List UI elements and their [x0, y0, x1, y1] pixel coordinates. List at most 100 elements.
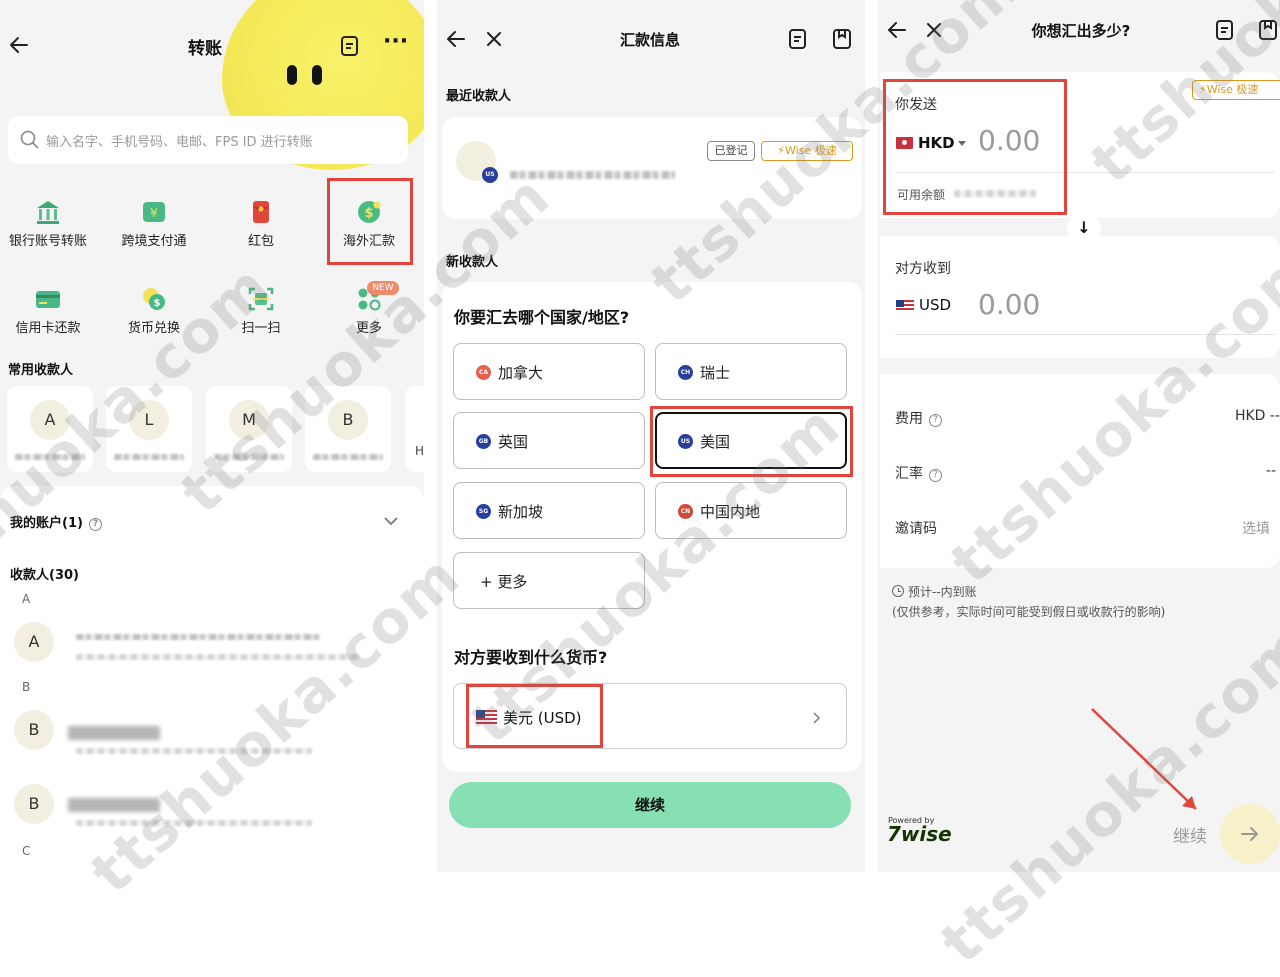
- country-uk[interactable]: GB 英国: [453, 412, 645, 469]
- receipt-icon[interactable]: [1215, 19, 1235, 41]
- mascot-eye-right: [312, 65, 322, 85]
- wise-logo: 7wise: [887, 822, 952, 846]
- search-placeholder: 输入名字、手机号码、电邮、FPS ID 进行转账: [46, 135, 313, 150]
- service-overseas-remit[interactable]: $ 海外汇款: [329, 198, 409, 251]
- payee-avatar[interactable]: A: [14, 622, 54, 662]
- help-icon[interactable]: ?: [929, 469, 942, 482]
- my-accounts-label[interactable]: 我的账户(1)?: [10, 512, 102, 531]
- country-question: 你要汇去哪个国家/地区?: [454, 308, 630, 327]
- service-label: 红包: [247, 234, 274, 249]
- registered-badge: 已登记: [707, 141, 755, 161]
- avatar: L: [129, 400, 169, 440]
- fee-label: 费用?: [895, 408, 942, 428]
- send-currency: HKD: [918, 134, 955, 152]
- close-icon[interactable]: [485, 30, 503, 48]
- receipt-icon[interactable]: [788, 28, 808, 50]
- us-flag-icon: US: [678, 434, 693, 449]
- divider: [895, 334, 1275, 335]
- continue-label: 继续: [1173, 827, 1207, 847]
- receipt-icon[interactable]: [340, 35, 360, 57]
- rate-value: --: [1265, 463, 1276, 479]
- search-bar[interactable]: 输入名字、手机号码、电邮、FPS ID 进行转账: [8, 116, 408, 164]
- overseas-remit-icon: $: [358, 201, 381, 223]
- service-label: 信用卡还款: [15, 321, 81, 336]
- redacted-block: [68, 798, 160, 812]
- balance-label: 可用余额: [897, 188, 946, 202]
- bank-icon: [37, 201, 59, 224]
- service-scan[interactable]: 扫一扫: [221, 285, 301, 338]
- country-usa[interactable]: US 美国: [655, 412, 847, 469]
- service-bank-transfer[interactable]: 银行账号转账: [8, 198, 88, 251]
- frequent-payee[interactable]: H: [405, 386, 424, 472]
- group-letter: B: [22, 680, 31, 694]
- back-arrow-icon[interactable]: [8, 34, 30, 56]
- svg-text:$: $: [154, 298, 161, 309]
- eta-info: 预计--内到账 (仅供参考，实际时间可能受到假日或收款行的影响): [892, 582, 1165, 622]
- redacted-payee: [510, 171, 675, 179]
- service-label: 更多: [355, 321, 382, 336]
- country-name: 加拿大: [498, 364, 544, 382]
- service-credit-card[interactable]: 信用卡还款: [8, 285, 88, 338]
- red-packet-icon: [253, 201, 269, 223]
- currency-picker[interactable]: HKD: [896, 134, 968, 154]
- currency-select[interactable]: 美元 (USD): [453, 683, 847, 749]
- eta-line1: 预计--内到账: [908, 585, 977, 599]
- help-icon[interactable]: ?: [929, 414, 942, 427]
- more-dots-icon[interactable]: ···: [383, 31, 408, 53]
- frequent-payee[interactable]: M: [206, 386, 292, 472]
- redacted-payee-detail: [76, 748, 312, 754]
- country-name: 瑞士: [700, 364, 731, 382]
- currency-question: 对方要收到什么货币?: [454, 648, 608, 667]
- continue-arrow-button[interactable]: [1220, 804, 1280, 864]
- country-singapore[interactable]: SG 新加坡: [453, 482, 645, 539]
- recent-title: 最近收款人: [446, 89, 512, 104]
- receive-currency: USD: [919, 296, 952, 314]
- country-china[interactable]: CN 中国内地: [655, 482, 847, 539]
- sg-flag-icon: SG: [476, 504, 491, 519]
- frequent-payee[interactable]: L: [106, 386, 192, 472]
- service-label: 扫一扫: [241, 321, 281, 336]
- receive-label: 对方收到: [895, 261, 951, 277]
- recent-payee-card[interactable]: US 已登记 ⚡Wise 极速: [442, 117, 862, 219]
- continue-button[interactable]: 继续: [449, 782, 851, 828]
- close-icon[interactable]: [925, 21, 943, 39]
- remit-info-panel: 汇款信息 最近收款人 US 已登记 ⚡Wise 极速 新收款人 你要汇去哪个国家…: [437, 0, 865, 872]
- wise-badge-text: Wise 极速: [1206, 83, 1259, 96]
- more-countries-button[interactable]: + 更多: [453, 552, 645, 609]
- back-arrow-icon[interactable]: [445, 28, 467, 50]
- invite-label: 邀请码: [895, 521, 937, 537]
- back-arrow-icon[interactable]: [886, 19, 908, 41]
- chevron-down-icon[interactable]: [383, 512, 399, 526]
- cn-flag-icon: CN: [678, 504, 693, 519]
- us-flag-icon: [896, 300, 914, 312]
- payee-avatar[interactable]: B: [14, 710, 54, 750]
- invite-input[interactable]: 选填: [1210, 518, 1280, 538]
- help-icon[interactable]: ?: [88, 518, 102, 531]
- send-amount-input[interactable]: 0.00: [978, 124, 1040, 157]
- country-canada[interactable]: CA 加拿大: [453, 343, 645, 400]
- bookmark-icon[interactable]: [1258, 19, 1278, 41]
- new-payee-title: 新收款人: [446, 255, 499, 270]
- group-letter: A: [22, 592, 31, 606]
- send-label: 你发送: [895, 97, 937, 113]
- wise-speed-badge: ⚡Wise 极速: [1192, 80, 1280, 100]
- bookmark-icon[interactable]: [832, 28, 852, 50]
- service-label: 银行账号转账: [8, 234, 87, 249]
- eta-line2: (仅供参考，实际时间可能受到假日或收款行的影响): [892, 605, 1166, 619]
- service-red-packet[interactable]: 红包: [221, 198, 301, 251]
- ca-flag-icon: CA: [476, 365, 491, 380]
- service-currency-exchange[interactable]: $ 货币兑换: [114, 285, 194, 338]
- frequent-payee[interactable]: B: [305, 386, 391, 472]
- country-name: 新加坡: [498, 503, 544, 521]
- service-label: 海外汇款: [342, 234, 395, 249]
- currency-selected: 美元 (USD): [503, 709, 582, 727]
- clock-icon: [892, 585, 904, 597]
- payee-avatar[interactable]: B: [14, 784, 54, 824]
- receive-amount-input[interactable]: 0.00: [978, 288, 1040, 321]
- country-switzerland[interactable]: CH 瑞士: [655, 343, 847, 400]
- service-cross-border[interactable]: ¥ 跨境支付通: [114, 198, 194, 251]
- frequent-payee[interactable]: A: [7, 386, 93, 472]
- svg-text:$: $: [364, 206, 373, 221]
- group-letter: C: [22, 844, 31, 858]
- us-flag-badge: US: [482, 167, 498, 183]
